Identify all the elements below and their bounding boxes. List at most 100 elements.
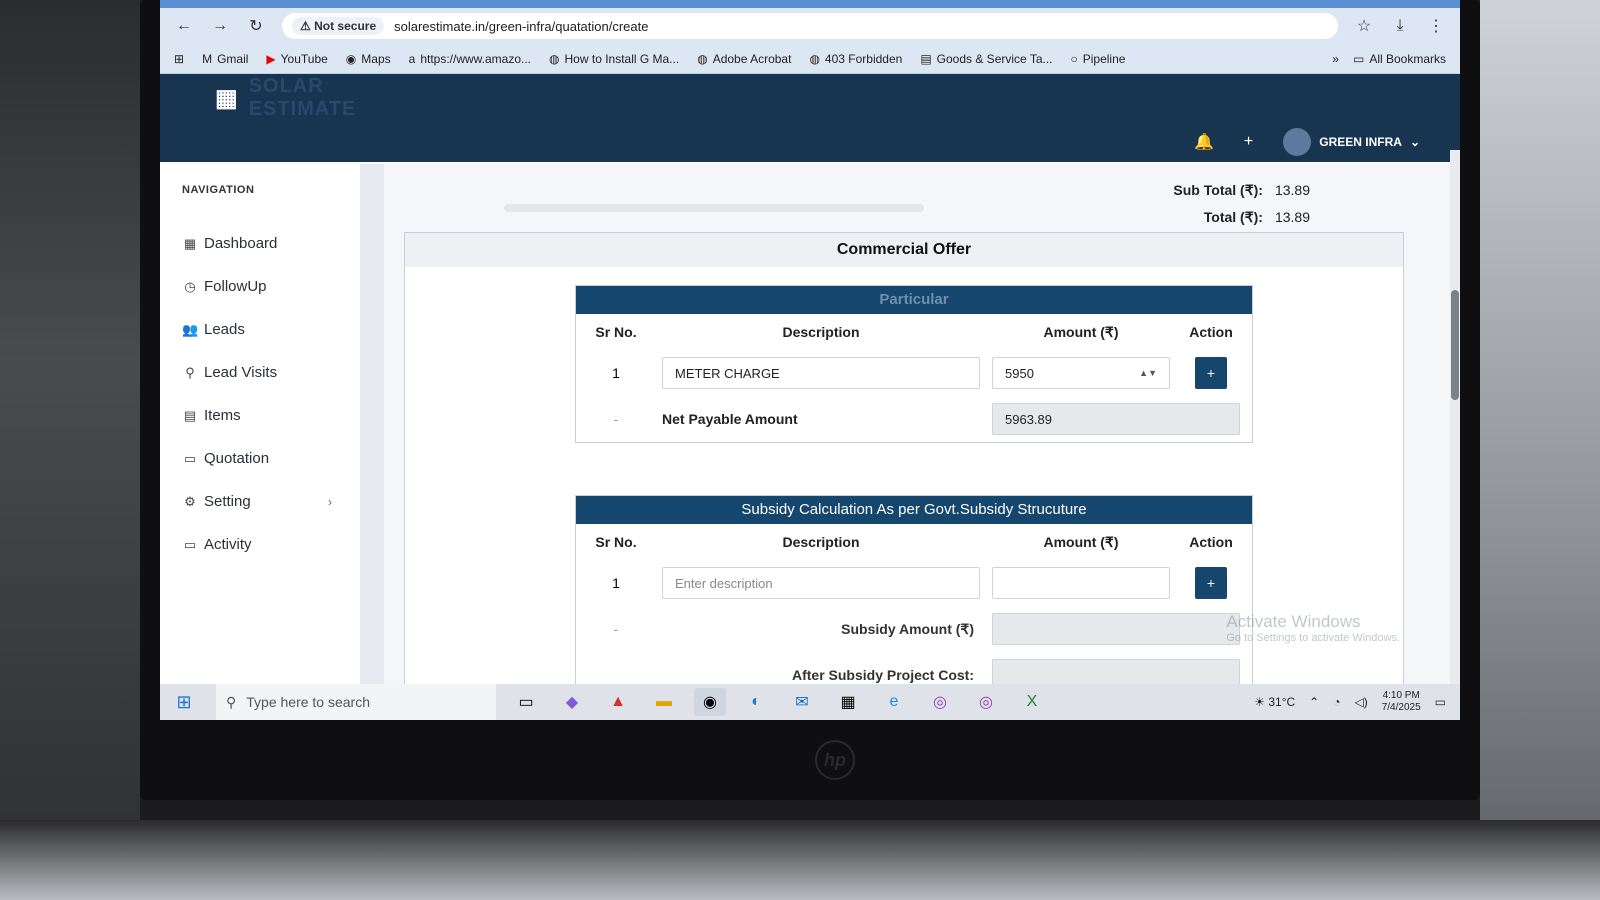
search-placeholder: Type here to search — [246, 694, 371, 710]
task-view-icon[interactable]: ▭ — [510, 688, 542, 716]
bookmark-label: 403 Forbidden — [824, 51, 903, 66]
bookmark-403[interactable]: ◍ 403 Forbidden — [809, 52, 902, 66]
forward-icon[interactable]: → — [210, 17, 230, 35]
sidebar-item-label: Setting — [204, 493, 251, 510]
users-icon: 👥 — [182, 321, 199, 337]
sidebar-item-activity[interactable]: ▭ Activity — [182, 523, 360, 566]
gst-icon: ▤ — [920, 51, 932, 66]
amount-input[interactable]: 5950 ▲▼ — [992, 357, 1170, 389]
plus-icon[interactable]: + — [1244, 133, 1253, 151]
brand-logo[interactable]: ▦ SOLAR ESTIMATE — [160, 74, 360, 122]
sidebar-item-followup[interactable]: ◷ FollowUp — [182, 265, 360, 308]
subsidy-amount-row: - Subsidy Amount (₹) — [576, 606, 1252, 652]
col-action: Action — [1189, 534, 1233, 550]
app-circle-icon[interactable]: ◎ — [970, 688, 1002, 716]
net-payable-field[interactable]: 5963.89 — [992, 403, 1240, 435]
taskbar-search[interactable]: ⚲ Type here to search — [216, 684, 496, 720]
wifi-icon[interactable]: ◔ — [1333, 695, 1340, 709]
subtotal-row: Sub Total (₹): 13.89 — [1173, 182, 1310, 199]
amazon-icon: a — [408, 51, 416, 66]
bookmark-label: Adobe Acrobat — [712, 51, 792, 66]
bookmark-acrobat[interactable]: ◍ Adobe Acrobat — [697, 52, 791, 66]
sidebar-item-setting[interactable]: ⚙ Setting › — [182, 480, 360, 523]
description-value: METER CHARGE — [675, 365, 780, 381]
ie-icon[interactable]: e — [878, 688, 910, 716]
store-icon[interactable]: ▦ — [832, 688, 864, 716]
download-icon[interactable]: ⤓ — [1390, 17, 1410, 35]
document-icon: ▭ — [183, 450, 197, 466]
panel-title: Commercial Offer — [405, 233, 1403, 267]
stepper-icon[interactable]: ▲▼ — [1139, 368, 1157, 378]
sidebar-item-quotation[interactable]: ▭ Quotation — [182, 437, 360, 480]
outlook-icon[interactable]: ✉ — [786, 688, 818, 716]
reload-icon[interactable]: ↻ — [246, 16, 266, 36]
menu-icon[interactable]: ⋮ — [1426, 16, 1446, 36]
user-menu[interactable]: GREEN INFRA ⌄ — [1283, 128, 1420, 156]
apps-icon[interactable]: ⊞ — [174, 52, 184, 66]
row-sr: 1 — [612, 575, 620, 591]
excel-icon[interactable]: X — [1016, 688, 1048, 716]
app-circle-icon[interactable]: ◎ — [924, 688, 956, 716]
subsidy-amount-field[interactable] — [992, 613, 1240, 645]
all-bookmarks[interactable]: ▭ All Bookmarks — [1353, 52, 1446, 66]
sidebar-item-dashboard[interactable]: ▦ Dashboard — [182, 222, 360, 265]
watermark-sub: Go to Settings to activate Windows. — [1226, 632, 1400, 644]
subsidy-description-input[interactable]: Enter description — [662, 567, 980, 599]
scrollbar-thumb[interactable] — [1451, 290, 1459, 400]
weather-icon: ☀ — [1254, 695, 1266, 709]
clock[interactable]: 4:10 PM 7/4/2025 — [1382, 690, 1421, 714]
bookmark-maps[interactable]: ◉ Maps — [346, 52, 391, 66]
net-sr: - — [613, 411, 619, 427]
subsidy-amount-input[interactable] — [992, 567, 1170, 599]
bookmark-install[interactable]: ◍ How to Install G Ma... — [549, 52, 679, 66]
sidebar-item-label: Lead Visits — [204, 364, 278, 381]
back-icon[interactable]: ← — [174, 17, 194, 35]
weather-widget[interactable]: ☀ 31°C — [1254, 695, 1295, 709]
file-explorer-icon[interactable]: ▬ — [648, 688, 680, 716]
table-row: 1 Enter description + — [576, 560, 1252, 606]
bookmark-amazon[interactable]: a https://www.amazo... — [409, 52, 531, 66]
subsidy-header-row: Sr No. Description Amount (₹) Action — [576, 524, 1252, 560]
bookmark-youtube[interactable]: ▶ YouTube — [266, 52, 327, 66]
net-payable-label: Net Payable Amount — [662, 411, 798, 427]
bookmark-gmail[interactable]: M Gmail — [202, 52, 248, 66]
sidebar-item-lead-visits[interactable]: ⚲ Lead Visits — [182, 351, 360, 394]
bookmark-gst[interactable]: ▤ Goods & Service Ta... — [920, 52, 1052, 66]
copilot-icon[interactable]: ◆ — [556, 688, 588, 716]
bookmark-pipeline[interactable]: ○ Pipeline — [1071, 52, 1126, 66]
more-bookmarks-icon[interactable]: » — [1332, 52, 1339, 66]
folder-icon: ▭ — [1352, 51, 1365, 66]
add-subsidy-row-button[interactable]: + — [1195, 567, 1227, 599]
chevron-up-icon[interactable]: ⌃ — [1309, 695, 1319, 709]
star-icon[interactable]: ☆ — [1354, 16, 1374, 36]
edge-icon[interactable]: ◐ — [740, 688, 772, 716]
taskbar: ⊞ ⚲ Type here to search ▭ ◆ ▲ ▬ ◉ ◐ ✉ ▦ … — [160, 684, 1460, 720]
volume-icon[interactable]: ◁) — [1354, 695, 1367, 709]
bell-icon[interactable]: 🔔 — [1194, 132, 1214, 152]
top-bar — [360, 74, 1460, 122]
particular-header-row: Sr No. Description Amount (₹) Action — [576, 314, 1252, 350]
description-placeholder: Enter description — [675, 575, 773, 591]
particular-heading: Particular — [576, 286, 1252, 314]
not-secure-badge[interactable]: ⚠ Not secure — [292, 17, 385, 35]
chrome-icon[interactable]: ◉ — [694, 688, 726, 716]
col-amount: Amount (₹) — [1043, 533, 1119, 550]
total-value: 13.89 — [1274, 209, 1310, 225]
col-description: Description — [782, 534, 860, 550]
url-text: solarestimate.in/green-infra/quatation/c… — [394, 18, 649, 34]
scrollbar[interactable] — [1450, 150, 1460, 710]
acrobat-icon[interactable]: ▲ — [602, 688, 634, 716]
address-bar[interactable]: ⚠ Not secure solarestimate.in/green-infr… — [282, 13, 1338, 39]
subsidy-heading: Subsidy Calculation As per Govt.Subsidy … — [576, 496, 1252, 524]
browser-toolbar: ← → ↻ ⚠ Not secure solarestimate.in/gree… — [160, 8, 1460, 44]
col-description: Description — [782, 324, 860, 340]
sidebar-item-items[interactable]: ▤ Items — [182, 394, 360, 437]
subtotal-label: Sub Total (₹): — [1173, 182, 1263, 198]
sidebar-item-leads[interactable]: 👥 Leads — [182, 308, 360, 351]
circle-icon: ○ — [1070, 51, 1078, 66]
youtube-icon: ▶ — [266, 51, 276, 66]
notification-icon[interactable]: ▭ — [1435, 695, 1446, 709]
windows-start-icon[interactable]: ⊞ — [166, 692, 202, 713]
add-row-button[interactable]: + — [1195, 357, 1227, 389]
description-input[interactable]: METER CHARGE — [662, 357, 980, 389]
